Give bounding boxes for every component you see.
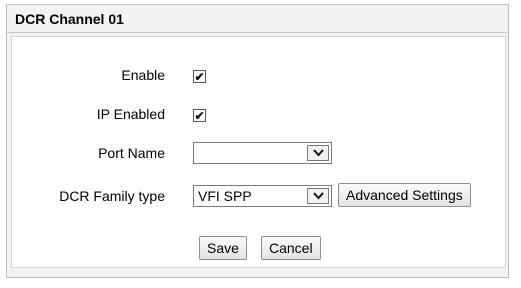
chevron-down-icon[interactable]	[307, 188, 329, 204]
ip-enabled-checkbox[interactable]: ✔	[193, 109, 206, 122]
enable-checkbox[interactable]: ✔	[193, 70, 206, 83]
save-button[interactable]: Save	[199, 236, 247, 260]
advanced-settings-button[interactable]: Advanced Settings	[338, 183, 471, 207]
enable-label: Enable	[121, 67, 165, 83]
checkmark-icon: ✔	[194, 108, 205, 123]
port-name-select[interactable]	[193, 142, 332, 164]
chevron-down-icon[interactable]	[307, 145, 329, 161]
port-name-label: Port Name	[98, 145, 165, 161]
dcr-family-type-select[interactable]: VFI SPP	[193, 185, 332, 207]
panel-title: DCR Channel 01	[7, 5, 508, 33]
panel-body: Enable ✔ IP Enabled ✔ Port Name DCR Fami…	[11, 36, 506, 268]
checkmark-icon: ✔	[194, 69, 205, 84]
cancel-button[interactable]: Cancel	[261, 236, 321, 260]
dcr-family-type-label: DCR Family type	[59, 188, 165, 204]
dcr-channel-panel: DCR Channel 01 Enable ✔ IP Enabled ✔ Por…	[6, 4, 509, 278]
dcr-family-type-value: VFI SPP	[198, 188, 252, 204]
ip-enabled-label: IP Enabled	[96, 106, 165, 122]
